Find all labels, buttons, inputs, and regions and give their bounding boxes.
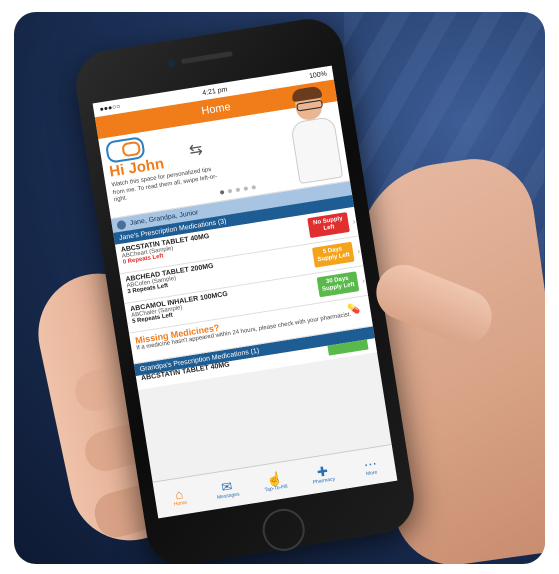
earpiece-speaker (180, 51, 233, 65)
tab-bar: ⌂ Home ✉ Messages ☝ Tap-To-Fill ✚ Pharma… (152, 443, 398, 519)
signal-indicator: ●●●○○ (99, 102, 122, 113)
photo-background: ●●●○○ 4:21 pm 100% Home ⇆ Hi John Watch … (14, 12, 545, 564)
user-icon (116, 219, 127, 230)
tab-tap-to-fill[interactable]: ☝ Tap-To-Fill (248, 460, 301, 503)
carousel-dot[interactable] (243, 186, 249, 191)
tab-pharmacy[interactable]: ✚ Pharmacy (296, 452, 349, 495)
home-button[interactable] (259, 505, 308, 554)
carousel-dot[interactable] (219, 190, 225, 195)
carousel-dots[interactable] (219, 185, 257, 195)
pill-icon: 💊 (346, 303, 361, 317)
status-time: 4:21 pm (201, 85, 228, 97)
carousel-dot[interactable] (251, 185, 257, 190)
front-camera (166, 58, 176, 68)
tab-messages[interactable]: ✉ Messages (201, 468, 254, 511)
pharmacist-avatar (283, 85, 344, 185)
carousel-dot[interactable] (235, 187, 241, 193)
tab-home[interactable]: ⌂ Home (153, 475, 206, 518)
swipe-hand-icon: ⇆ (188, 140, 204, 160)
tab-more[interactable]: ⋯ More (344, 445, 397, 488)
phone-screen: ●●●○○ 4:21 pm 100% Home ⇆ Hi John Watch … (92, 65, 398, 519)
battery-indicator: 100% (308, 70, 328, 80)
nav-title: Home (200, 101, 232, 118)
carousel-dot[interactable] (227, 188, 233, 194)
